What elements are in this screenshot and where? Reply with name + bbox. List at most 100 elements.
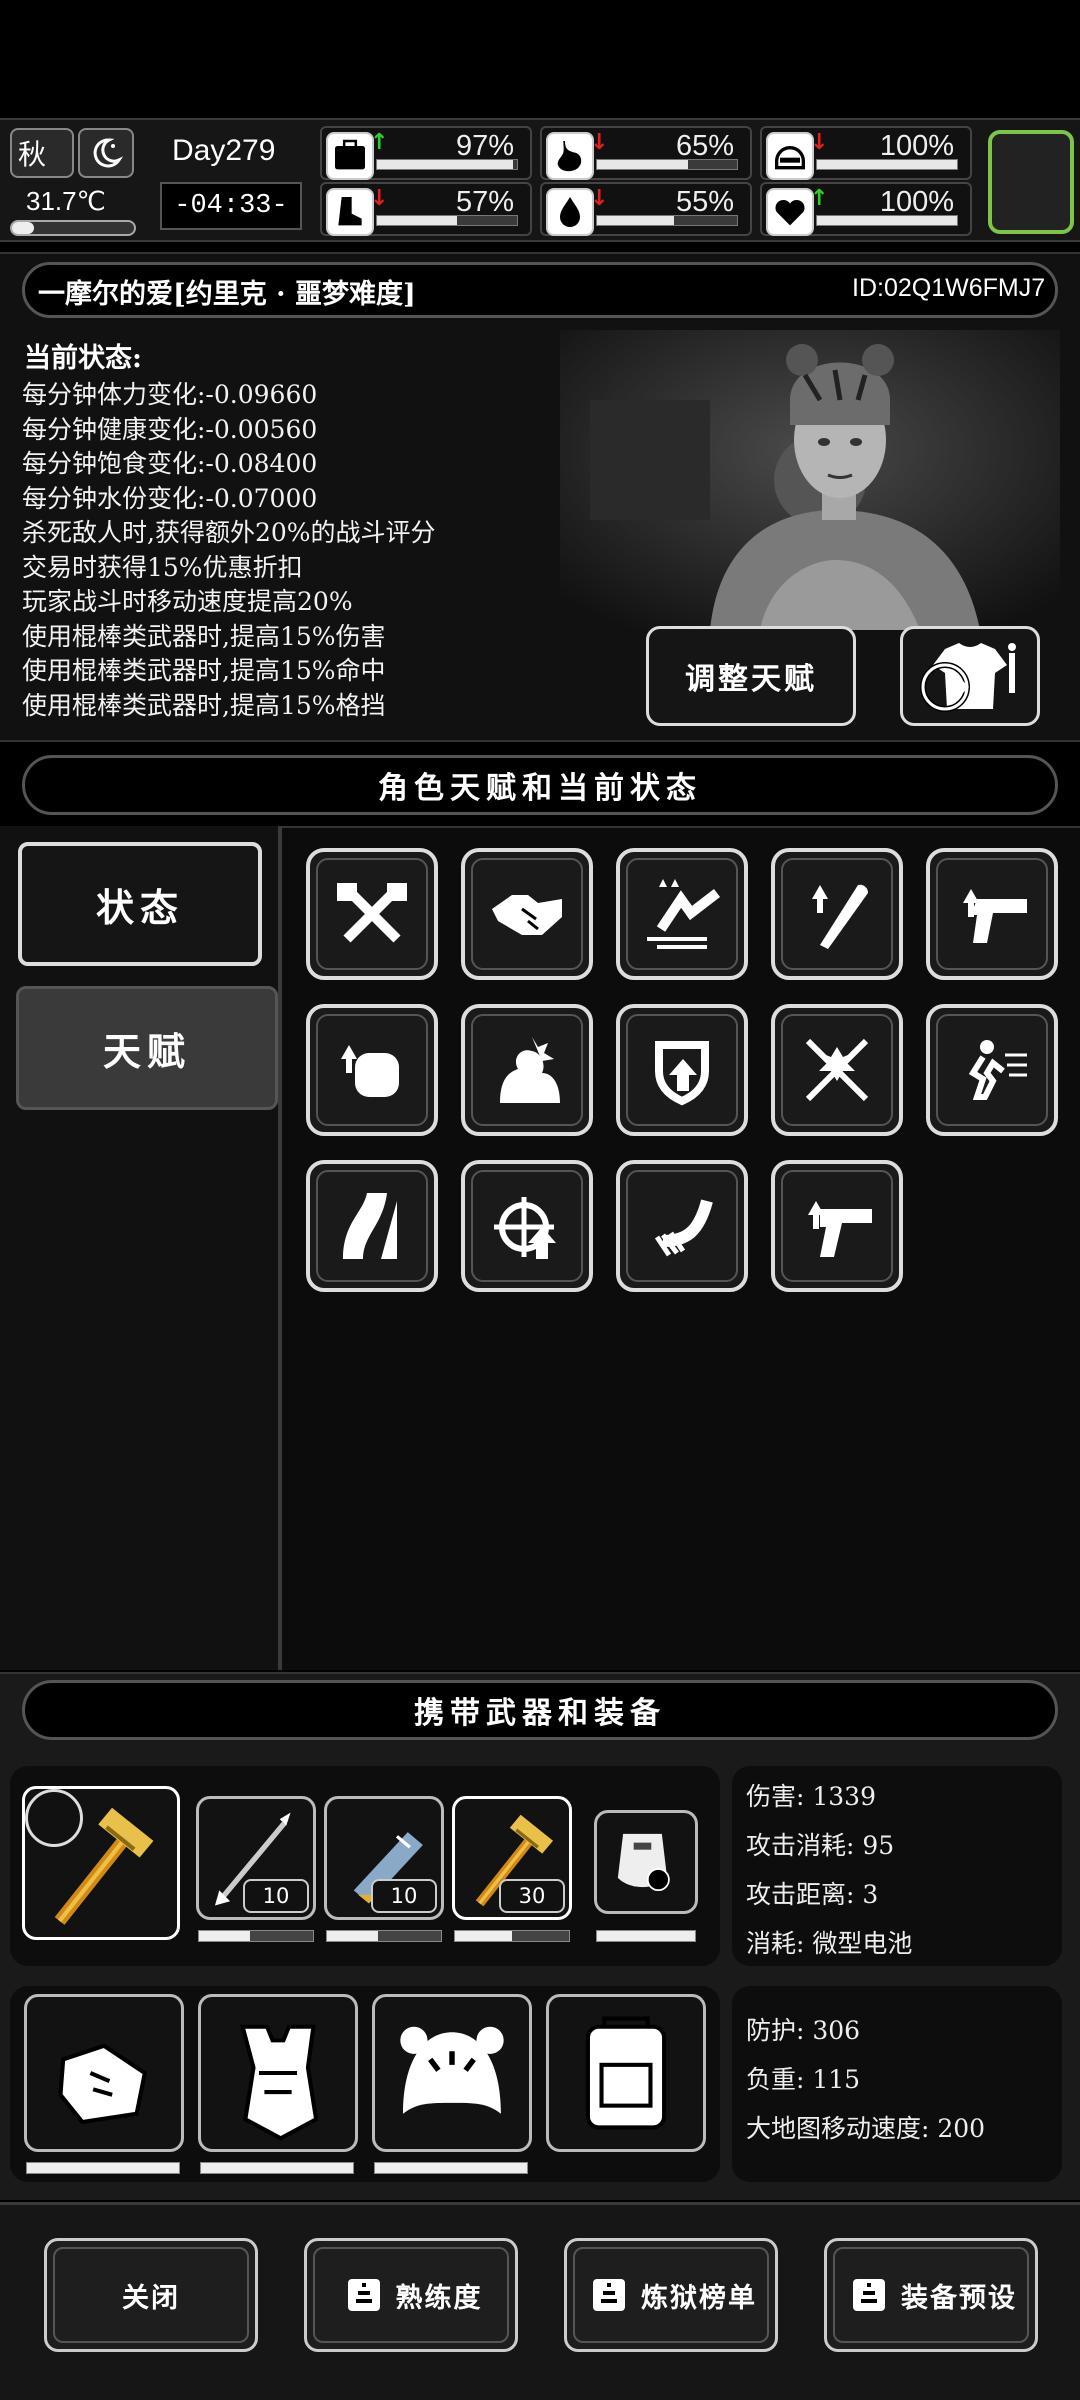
talent-slot[interactable]: [461, 1160, 593, 1292]
armor-slot[interactable]: [546, 1994, 706, 2152]
weapon-durability-bar: [454, 1930, 570, 1942]
trend-up-arrow-icon: ↑: [370, 130, 389, 155]
talent-slot[interactable]: [926, 848, 1058, 980]
flex-arm-icon: [500, 1037, 560, 1103]
talent-slot[interactable]: [306, 1160, 438, 1292]
armor-slot[interactable]: [24, 1994, 184, 2152]
gun-upgrade-icon: [808, 1201, 872, 1257]
change-outfit-button[interactable]: [900, 626, 1040, 726]
crossed-axes-icon: [337, 883, 407, 943]
boot-icon: [326, 188, 374, 236]
status-title: 当前状态:: [24, 343, 142, 374]
talent-slot[interactable]: [461, 848, 593, 980]
backpack-icon: [585, 2016, 667, 2130]
trend-down-arrow-icon: ↓: [590, 186, 609, 211]
status-list: 每分钟体力变化:-0.09660 每分钟健康变化:-0.00560 每分钟饱食变化:…: [22, 378, 436, 723]
stat-helmet: ↓ 100%: [760, 126, 972, 180]
ammo-count: 10: [371, 1879, 437, 1913]
weapon-slot[interactable]: 10: [196, 1796, 316, 1920]
trend-down-arrow-icon: ↓: [590, 130, 609, 155]
weapon-slot[interactable]: 10: [324, 1796, 444, 1920]
talent-slot[interactable]: [616, 1004, 748, 1136]
footer-button-label: 装备预设: [901, 2282, 1017, 2314]
talent-slot[interactable]: [926, 1004, 1058, 1136]
stat-stomach: ↓ 65%: [540, 126, 752, 180]
tab-status[interactable]: 状态: [18, 842, 262, 966]
close-button[interactable]: 关闭: [44, 2238, 258, 2352]
armor-durability-bar: [374, 2162, 528, 2174]
body-armor-icon: [239, 2024, 319, 2141]
heart-icon: [766, 188, 814, 236]
talent-slot[interactable]: [616, 848, 748, 980]
adjust-talent-label: 调整天赋: [685, 662, 817, 697]
equipped-marker-icon: [25, 1789, 83, 1847]
talent-slot[interactable]: [771, 1004, 903, 1136]
helmet-icon: [766, 132, 814, 180]
stat-level-bar: [816, 215, 958, 226]
weapon-durability-bar: [198, 1930, 314, 1942]
status-line: 每分钟健康变化:-0.00560: [22, 414, 318, 444]
talent-slot[interactable]: [306, 1004, 438, 1136]
talent-slot[interactable]: [771, 1160, 903, 1292]
armor-slot[interactable]: [198, 1994, 358, 2152]
ammo-count-text: 30: [518, 1884, 546, 1908]
swap-shirt-icon: [920, 643, 1016, 712]
footer-button-label: 熟练度: [395, 2282, 483, 2314]
character-portrait: [560, 330, 1060, 630]
adjust-talent-button[interactable]: 调整天赋: [646, 626, 856, 726]
stat-level-bar: [816, 159, 958, 170]
tab-talent[interactable]: 天赋: [16, 986, 278, 1110]
preset-icon: [853, 2279, 885, 2311]
road-icon: [343, 1193, 397, 1259]
weapon-slot[interactable]: [22, 1786, 180, 1940]
temperature-gauge: [10, 220, 136, 236]
armor-durability-bar: [200, 2162, 354, 2174]
season-badge: 秋: [10, 128, 74, 178]
weapon-slot[interactable]: [594, 1810, 698, 1914]
talent-slot[interactable]: [461, 1004, 593, 1136]
equipment-section-title-text: 携带武器和装备: [414, 1696, 666, 1731]
trend-up-arrow-icon: ↑: [810, 186, 829, 211]
tiger-hat-icon: [400, 2026, 504, 2114]
tab-status-label: 状态: [95, 884, 184, 930]
status-line: 使用棍棒类武器时,提高15%格挡: [22, 690, 386, 720]
equipment-preset-button[interactable]: 装备预设: [824, 2238, 1038, 2352]
footer-button-label: 关闭: [122, 2282, 180, 2314]
status-line: 每分钟体力变化:-0.09660: [22, 380, 318, 409]
stat-level-bar: [376, 159, 518, 170]
medkit-icon: [326, 132, 374, 180]
weapon-slot[interactable]: 30: [452, 1796, 572, 1920]
weapon-stamina-cost: 攻击消耗: 95: [746, 1831, 895, 1860]
gloves-icon: [58, 2043, 148, 2125]
armor-slot[interactable]: [372, 1994, 532, 2152]
purgatory-leaderboard-button[interactable]: 炼狱榜单: [564, 2238, 778, 2352]
stat-level-bar: [376, 215, 518, 226]
dash-speed-icon: [647, 879, 721, 949]
proficiency-button[interactable]: 熟练度: [304, 2238, 518, 2352]
hud-bar: 秋 31.7℃ Day279 -04:33- ↑ 97% ↓ 65% ↓ 100…: [0, 118, 1080, 242]
talent-slot[interactable]: [771, 848, 903, 980]
ammo-count-text: 10: [390, 1884, 418, 1908]
status-line: 玩家战斗时移动速度提高20%: [22, 587, 353, 616]
weapon-durability-bar: [596, 1930, 696, 1942]
quick-slot-button[interactable]: [988, 130, 1074, 234]
tab-talent-label: 天赋: [102, 1028, 191, 1074]
stomach-icon: [546, 132, 594, 180]
pistol-upgrade-icon: [963, 889, 1027, 943]
clock-text: -04:33-: [174, 191, 288, 221]
stat-heart: ↑ 100%: [760, 182, 972, 236]
day-counter: Day279: [172, 134, 276, 167]
crossed-swords-icon: [805, 1038, 869, 1102]
talents-section-title: 角色天赋和当前状态: [22, 755, 1058, 815]
talent-slot[interactable]: [616, 1160, 748, 1292]
talent-slot[interactable]: [306, 848, 438, 980]
running-man-icon: [968, 1040, 1027, 1100]
club-upgrade-icon: [812, 884, 869, 949]
status-line: 杀死敌人时,获得额外20%的战斗评分: [22, 518, 436, 547]
moon-icon: [78, 128, 134, 178]
stat-water-drop: ↓ 55%: [540, 182, 752, 236]
ammo-count-text: 10: [262, 1884, 290, 1908]
crosshair-upgrade-icon: [494, 1197, 556, 1259]
map-move-speed: 大地图移动速度: 200: [746, 2114, 986, 2143]
status-line: 使用棍棒类武器时,提高15%命中: [22, 656, 386, 685]
